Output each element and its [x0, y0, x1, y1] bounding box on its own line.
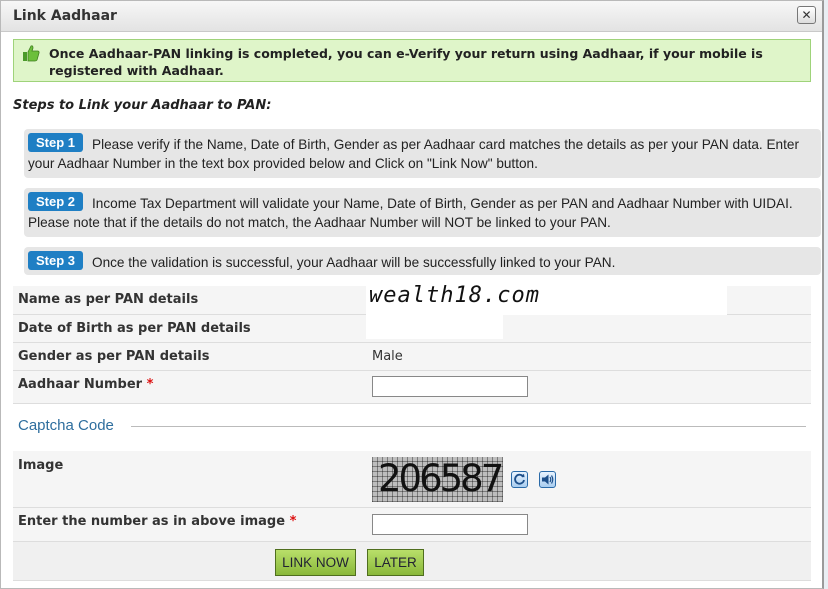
aadhaar-label-text: Aadhaar Number [18, 377, 143, 392]
captcha-image-text: 206587 [378, 457, 503, 500]
dialog-titlebar: Link Aadhaar ✕ [1, 1, 822, 32]
captcha-input[interactable] [372, 514, 528, 535]
gender-row: Gender as per PAN details Male [13, 343, 811, 371]
captcha-entry-label: Enter the number as in above image * [18, 514, 296, 529]
background-strip [824, 0, 828, 589]
button-bar: LINK NOW LATER [13, 542, 811, 581]
captcha-entry-label-text: Enter the number as in above image [18, 514, 286, 529]
gender-value: Male [372, 349, 403, 364]
dob-redaction [366, 315, 503, 339]
required-mark: * [146, 377, 154, 392]
aadhaar-number-input[interactable] [372, 376, 528, 397]
aadhaar-label: Aadhaar Number * [18, 377, 153, 392]
step-2-text: Income Tax Department will validate your… [28, 196, 793, 230]
captcha-image: 206587 [372, 457, 503, 502]
name-label: Name as per PAN details [18, 292, 199, 307]
step-2: Income Tax Department will validate your… [24, 188, 821, 237]
name-value: wealth18.com [369, 283, 540, 308]
step-3: Once the validation is successful, your … [24, 247, 821, 275]
steps-heading: Steps to Link your Aadhaar to PAN: [13, 98, 272, 113]
step-3-text: Once the validation is successful, your … [92, 255, 616, 270]
close-button[interactable]: ✕ [797, 6, 816, 24]
step-1-text: Please verify if the Name, Date of Birth… [28, 137, 799, 171]
thumbs-up-icon [23, 45, 40, 62]
captcha-section-title: Captcha Code [18, 417, 114, 434]
info-notice: Once Aadhaar-PAN linking is completed, y… [13, 39, 811, 82]
captcha-required-mark: * [289, 514, 297, 529]
gender-label: Gender as per PAN details [18, 349, 210, 364]
step-3-badge: Step 3 [28, 251, 84, 270]
dialog-title: Link Aadhaar [13, 8, 117, 24]
speaker-icon [542, 474, 554, 485]
refresh-icon [514, 473, 525, 485]
link-aadhaar-dialog: Link Aadhaar ✕ Once Aadhaar-PAN linking … [0, 0, 824, 589]
close-icon: ✕ [801, 8, 812, 22]
later-button[interactable]: LATER [367, 549, 424, 576]
dob-label: Date of Birth as per PAN details [18, 321, 251, 336]
audio-captcha-button[interactable] [539, 471, 556, 488]
link-now-button[interactable]: LINK NOW [275, 549, 356, 576]
captcha-divider [131, 426, 806, 427]
step-1: Please verify if the Name, Date of Birth… [24, 129, 821, 178]
step-2-badge: Step 2 [28, 192, 84, 211]
notice-message: Once Aadhaar-PAN linking is completed, y… [49, 46, 763, 78]
refresh-captcha-button[interactable] [511, 471, 528, 488]
step-1-badge: Step 1 [28, 133, 84, 152]
captcha-image-label: Image [18, 458, 64, 473]
